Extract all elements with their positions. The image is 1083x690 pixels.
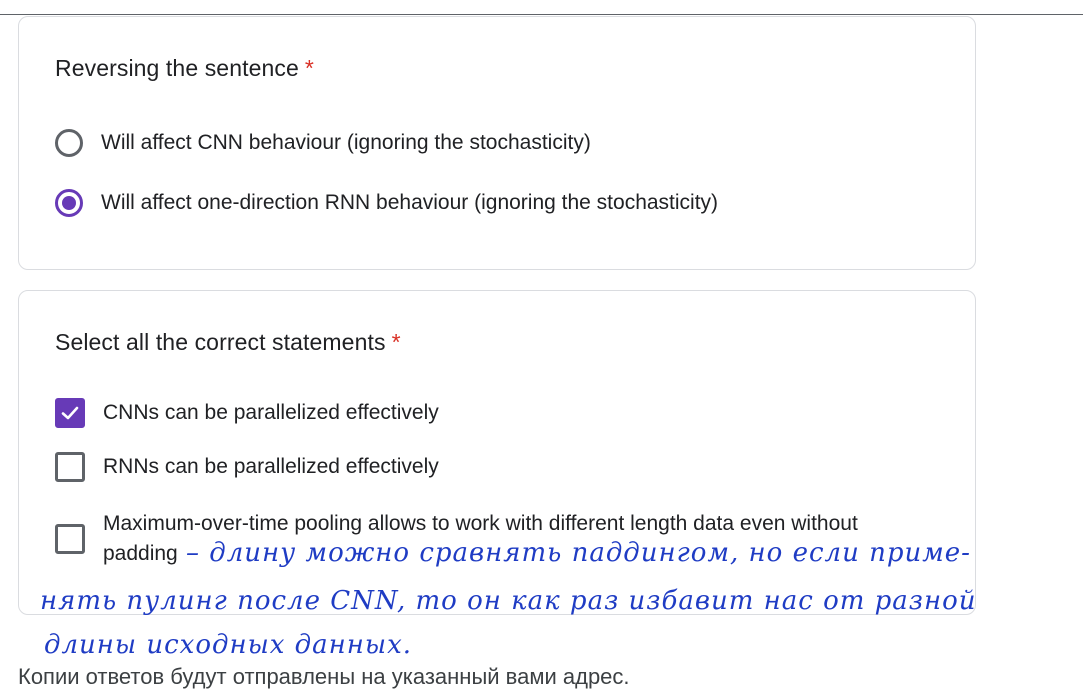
required-asterisk: * [304,55,314,81]
radio-option-label: Will affect CNN behaviour (ignoring the … [101,131,591,154]
radio-unselected-icon[interactable] [55,129,83,157]
radio-option-rnn[interactable]: Will affect one-direction RNN behaviour … [55,188,718,218]
handwritten-note-line1: – длину можно сравнять паддингом, но есл… [186,538,971,568]
radio-dot [62,196,76,210]
checkbox-option-cnn[interactable]: CNNs can be parallelized effectively [55,398,439,428]
question-title: Reversing the sentence * [55,55,314,82]
checkbox-option-rnn[interactable]: RNNs can be parallelized effectively [55,452,439,482]
required-asterisk: * [391,329,401,355]
handwritten-note-line3: длины исходных данных. [44,630,413,660]
question-title-text: Reversing the sentence [55,55,299,81]
handwritten-note-line2: нять пулинг после CNN, то он как раз изб… [40,586,977,616]
radio-option-cnn[interactable]: Will affect CNN behaviour (ignoring the … [55,128,591,158]
footer-notice: Копии ответов будут отправлены на указан… [18,664,630,689]
checkmark-icon [61,406,79,420]
checkbox-option-label: RNNs can be parallelized effectively [103,455,439,478]
checkbox-option-label: CNNs can be parallelized effectively [103,401,439,424]
radio-selected-icon[interactable] [55,189,83,217]
question-title: Select all the correct statements * [55,329,401,356]
top-divider [0,14,1083,15]
checkbox-unchecked-icon[interactable] [55,452,85,482]
checkbox-unchecked-icon[interactable] [55,524,85,554]
checkbox-checked-icon[interactable] [55,398,85,428]
question-title-text: Select all the correct statements [55,329,386,355]
radio-option-label: Will affect one-direction RNN behaviour … [101,191,719,214]
question-card-reversing: Reversing the sentence * Will affect CNN … [18,16,976,270]
